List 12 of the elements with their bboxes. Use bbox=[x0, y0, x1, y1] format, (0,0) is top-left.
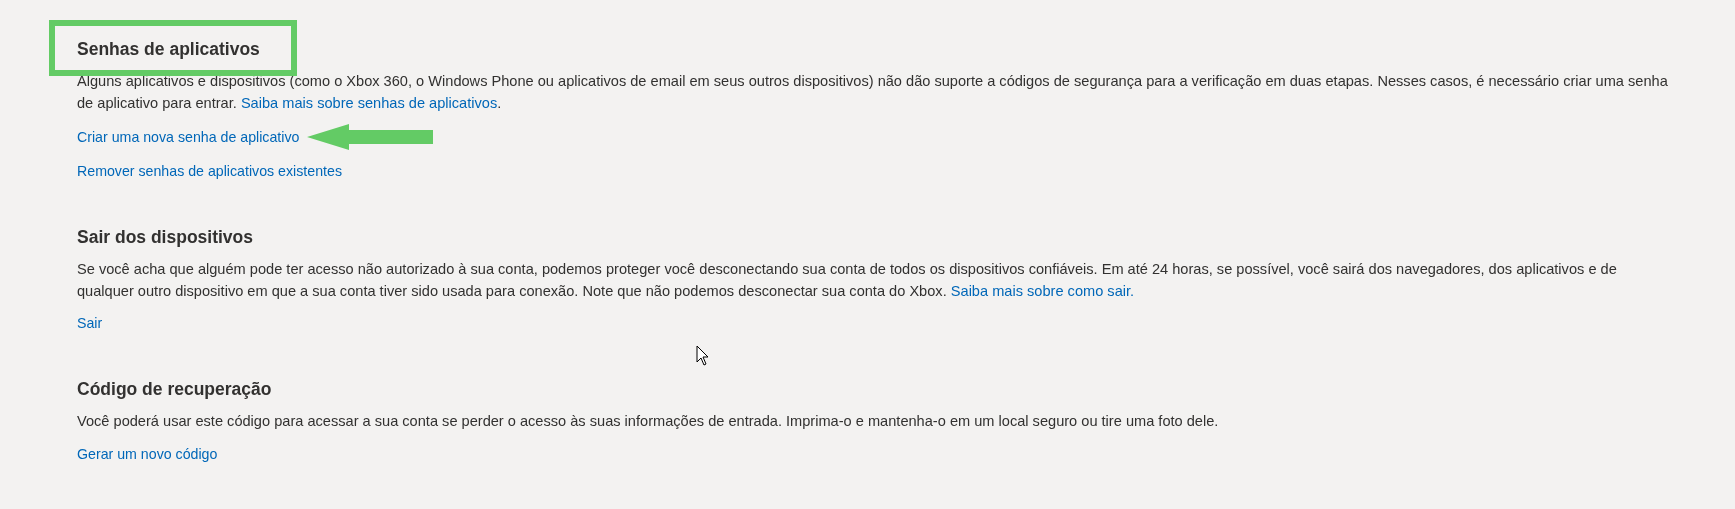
cursor-icon bbox=[696, 345, 710, 366]
action-link[interactable]: Remover senhas de aplicativos existentes bbox=[77, 160, 342, 182]
description-text: Você poderá usar este código para acessar a sua conta se perder o acesso às suas informações de entrada. Imprima-o e mantenha-o em um local seguro ou tire uma foto dele. bbox=[77, 412, 1220, 431]
section-heading: Sair dos dispositivos bbox=[77, 226, 254, 249]
section-heading: Código de recuperação bbox=[77, 378, 272, 401]
learn-more-link[interactable]: Saiba mais sobre como sair. bbox=[950, 282, 1135, 299]
action-link[interactable]: Criar uma nova senha de aplicativo bbox=[77, 126, 300, 148]
section-heading: Senhas de aplicativos bbox=[77, 38, 260, 61]
action-link[interactable]: Sair bbox=[77, 312, 103, 334]
action-link[interactable]: Gerar um novo código bbox=[77, 442, 218, 465]
description-text: Alguns aplicativos e dispositivos (como o Xbox 360, o Windows Phone ou aplicativos de email em seus outros dispositivos) não dão suporte a códigos de segurança para a verificação em duas etapas. Nesses casos, é necessário criar uma senha de aplicativo para entrar. Saiba mais sobre senhas de aplicativos. bbox=[77, 72, 1669, 113]
description-text: Se você acha que alguém pode ter acesso não autorizado à sua conta, podemos proteger você desconectando sua conta de todos os dispositivos confiáveis. Em até 24 horas, se possível, você sairá dos navegadores, dos aplicativos e de qualquer outro dispositivo em que a sua conta tiver sido usada para conexão. Note que não podemos desconectar sua conta do Xbox. Saiba mais sobre como sair. bbox=[77, 260, 1618, 301]
